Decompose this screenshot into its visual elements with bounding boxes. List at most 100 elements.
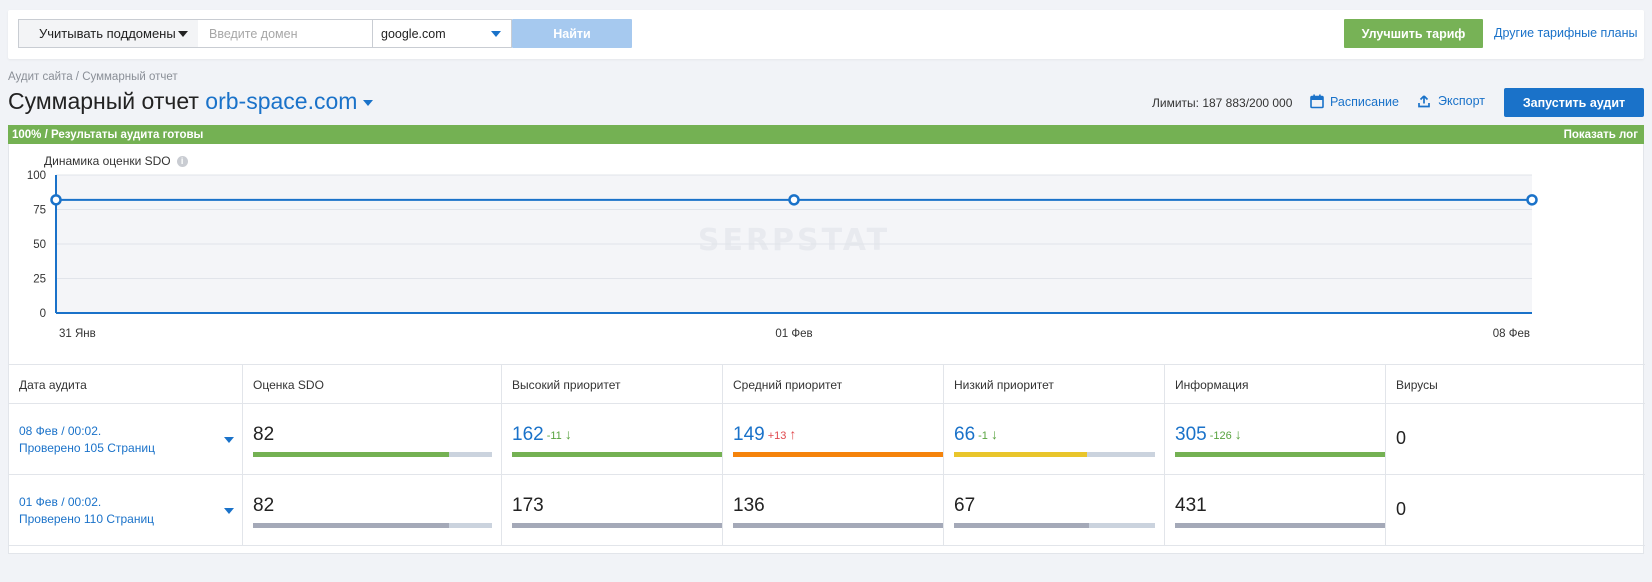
low-priority-delta: -1 ↓ xyxy=(978,426,998,442)
sdo-score-number: 82 xyxy=(253,495,275,516)
schedule-label: Расписание xyxy=(1330,94,1399,109)
pages-checked[interactable]: Проверено 110 Страниц xyxy=(19,510,154,528)
page-title: Суммарный отчет orb-space.com xyxy=(8,88,374,115)
export-link[interactable]: Экспорт xyxy=(1418,94,1485,108)
high-priority-cell: 162 -11 ↓ xyxy=(501,404,723,475)
high-priority-value: 173 xyxy=(512,495,544,517)
sdo-score-number: 82 xyxy=(253,424,275,445)
information-number: 431 xyxy=(1175,495,1207,516)
medium-priority-bar xyxy=(733,523,944,528)
page-title-prefix: Суммарный отчет xyxy=(8,88,199,114)
medium-priority-cell: 136 xyxy=(722,475,944,546)
date-cell[interactable]: 01 Фев / 00:02. Проверено 110 Страниц xyxy=(9,475,242,546)
subdomains-dropdown[interactable]: Учитывать поддомены xyxy=(18,19,199,48)
information-value: 431 xyxy=(1175,495,1207,517)
high-priority-bar-fill xyxy=(512,523,723,528)
high-priority-value[interactable]: 162 -11 ↓ xyxy=(512,424,572,446)
subdomains-label: Учитывать поддомены xyxy=(39,26,176,41)
low-priority-bar xyxy=(954,523,1155,528)
medium-priority-value[interactable]: 149 +13 ↑ xyxy=(733,424,796,446)
top-search-bar: Учитывать поддомены google.com Найти Улу… xyxy=(8,10,1644,59)
chevron-down-icon xyxy=(491,31,501,37)
column-header: Информация xyxy=(1164,365,1385,405)
calendar-icon xyxy=(1310,94,1324,109)
data-point xyxy=(50,194,62,206)
x-tick-label: 01 Фев xyxy=(775,328,812,340)
audit-status-text: 100% / Результаты аудита готовы xyxy=(12,128,204,141)
date-cell[interactable]: 08 Фев / 00:02. Проверено 105 Страниц xyxy=(9,404,242,475)
information-delta: -126 ↓ xyxy=(1209,426,1242,442)
information-bar xyxy=(1175,452,1386,457)
medium-priority-cell: 149 +13 ↑ xyxy=(722,404,944,475)
viruses-value: 0 xyxy=(1396,428,1407,448)
column-header: Низкий приоритет xyxy=(943,365,1164,405)
low-priority-value: 67 xyxy=(954,495,975,517)
y-tick-label: 50 xyxy=(33,239,46,251)
limits-text: Лимиты: 187 883/200 000 xyxy=(1152,96,1293,110)
data-point xyxy=(1526,194,1538,206)
y-tick-label: 25 xyxy=(33,274,46,286)
chevron-down-icon xyxy=(178,31,188,37)
project-domain-selector[interactable]: orb-space.com xyxy=(205,88,374,114)
show-log-link[interactable]: Показать лог xyxy=(1564,129,1638,141)
search-engine-select[interactable]: google.com xyxy=(373,19,512,48)
arrow-down-icon: ↓ xyxy=(564,426,572,442)
data-point xyxy=(788,194,800,206)
information-value[interactable]: 305 -126 ↓ xyxy=(1175,424,1242,446)
audit-date[interactable]: 08 Фев / 00:02. xyxy=(19,422,101,440)
low-priority-cell: 66 -1 ↓ xyxy=(943,404,1164,475)
column-header: Оценка SDO xyxy=(242,365,501,405)
sdo-score-value: 82 xyxy=(253,424,274,446)
upload-icon xyxy=(1418,94,1430,107)
column-header: Средний приоритет xyxy=(722,365,943,405)
sdo-score-bar xyxy=(253,523,492,528)
viruses-value: 0 xyxy=(1396,499,1407,519)
information-number: 305 xyxy=(1175,424,1207,445)
low-priority-bar xyxy=(954,452,1155,457)
viruses-cell: 0 xyxy=(1385,404,1645,475)
information-bar xyxy=(1175,523,1386,528)
column-header: Высокий приоритет xyxy=(501,365,722,405)
medium-priority-number: 136 xyxy=(733,495,765,516)
audit-date[interactable]: 01 Фев / 00:02. xyxy=(19,493,101,511)
y-tick-label: 100 xyxy=(27,170,46,182)
table-row: 01 Фев / 00:02. Проверено 110 Страниц 82 17… xyxy=(9,475,1645,546)
sdo-score-cell: 82 xyxy=(242,475,501,546)
low-priority-number: 66 xyxy=(954,424,976,445)
medium-priority-number: 149 xyxy=(733,424,765,445)
sdo-score-bar xyxy=(253,452,492,457)
run-audit-button[interactable]: Запустить аудит xyxy=(1504,88,1644,117)
high-priority-cell: 173 xyxy=(501,475,723,546)
domain-input[interactable] xyxy=(198,19,373,48)
information-bar-fill xyxy=(1175,523,1386,528)
x-tick-label: 08 Фев xyxy=(1493,328,1530,340)
chevron-down-icon[interactable] xyxy=(224,508,234,514)
export-label: Экспорт xyxy=(1438,94,1485,108)
pages-checked[interactable]: Проверено 105 Страниц xyxy=(19,439,155,457)
medium-priority-value: 136 xyxy=(733,495,765,517)
other-plans-link[interactable]: Другие тарифные планы xyxy=(1494,26,1637,40)
high-priority-bar xyxy=(512,452,723,457)
report-panel: Динамика оценки SDO i SERPSTAT 0 25 50 75 100… xyxy=(8,144,1645,554)
audit-progress-bar: 100% / Результаты аудита готовы Показать… xyxy=(8,125,1644,144)
y-tick-label: 0 xyxy=(40,308,46,320)
high-priority-number: 162 xyxy=(512,424,544,445)
find-button[interactable]: Найти xyxy=(512,19,632,48)
serpstat-watermark: SERPSTAT xyxy=(698,223,890,258)
chevron-down-icon[interactable] xyxy=(224,437,234,443)
viruses-cell: 0 xyxy=(1385,475,1645,546)
low-priority-number: 67 xyxy=(954,495,976,516)
sdo-score-bar-fill xyxy=(253,452,449,457)
medium-priority-delta: +13 ↑ xyxy=(767,426,797,442)
schedule-link[interactable]: Расписание xyxy=(1310,94,1399,109)
sdo-score-cell: 82 xyxy=(242,404,501,475)
column-header: Дата аудита xyxy=(19,378,87,392)
arrow-down-icon: ↓ xyxy=(1234,426,1242,442)
sdo-line-chart: SERPSTAT 0 25 50 75 100 31 Янв 01 Фев 08 Фев xyxy=(27,170,1538,340)
upgrade-plan-button[interactable]: Улучшить тариф xyxy=(1344,19,1483,48)
medium-priority-bar-fill xyxy=(733,523,944,528)
project-domain: orb-space.com xyxy=(205,88,358,114)
arrow-up-icon: ↑ xyxy=(789,426,797,442)
y-tick-label: 75 xyxy=(33,205,46,217)
low-priority-value[interactable]: 66 -1 ↓ xyxy=(954,424,998,446)
